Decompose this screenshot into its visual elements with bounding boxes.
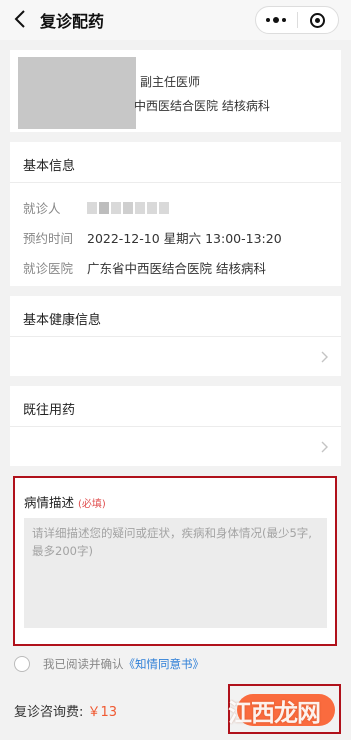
submit-highlight-frame <box>228 684 341 734</box>
required-tag: (必填) <box>78 499 106 510</box>
hospital-row: 就诊医院 广东省中西医结合医院 结核病科 <box>23 258 266 277</box>
agreement-text: 我已阅读并确认 <box>43 657 124 671</box>
close-mini-program-button[interactable] <box>297 7 338 33</box>
agreement-radio[interactable] <box>14 656 30 672</box>
back-arrow-icon[interactable] <box>12 8 30 30</box>
appointment-value: 2022-12-10 星期六 13:00-13:20 <box>87 231 282 246</box>
divider <box>10 336 341 337</box>
hospital-value: 广东省中西医结合医院 结核病科 <box>87 261 266 276</box>
divider <box>10 182 341 183</box>
fee-value: ￥13 <box>87 705 118 720</box>
fee-label: 复诊咨询费: ￥13 <box>14 701 117 720</box>
condition-title: 病情描述 (必填) <box>24 492 106 511</box>
navigation-bar: 复诊配药 <box>0 0 351 40</box>
appointment-label: 预约时间 <box>23 231 74 246</box>
target-close-icon <box>310 12 326 28</box>
doctor-title: 副主任医师 <box>140 75 201 89</box>
agreement-row: 我已阅读并确认 《知情同意书》 <box>14 656 204 672</box>
doctor-photo <box>18 57 136 129</box>
dot-icon <box>273 17 280 23</box>
basic-info-card: 基本信息 就诊人 预约时间 2022-12-10 星期六 13:00-13:20… <box>10 142 341 286</box>
medication-history-card[interactable]: 既往用药 <box>10 386 341 466</box>
appointment-row: 预约时间 2022-12-10 星期六 13:00-13:20 <box>23 228 282 247</box>
patient-name-blurred <box>87 201 169 214</box>
dot-icon <box>282 18 287 22</box>
fee-label-text: 复诊咨询费: <box>14 705 84 720</box>
dot-icon <box>266 18 271 22</box>
medication-title: 既往用药 <box>23 403 76 418</box>
condition-title-text: 病情描述 <box>24 495 75 510</box>
page-title: 复诊配药 <box>40 12 105 31</box>
condition-textarea[interactable] <box>24 518 327 628</box>
divider <box>10 426 341 427</box>
chevron-right-icon <box>321 441 328 453</box>
hospital-label: 就诊医院 <box>23 261 74 276</box>
basic-info-title: 基本信息 <box>23 159 76 174</box>
mini-program-capsule <box>255 6 339 34</box>
doctor-card: 副主任医师 中西医结合医院 结核病科 <box>10 50 341 132</box>
health-info-card[interactable]: 基本健康信息 <box>10 296 341 376</box>
chevron-right-icon <box>321 351 328 363</box>
more-options-button[interactable] <box>256 7 297 33</box>
submit-button[interactable] <box>237 694 335 726</box>
patient-row: 就诊人 <box>23 198 169 217</box>
patient-label: 就诊人 <box>23 201 61 216</box>
doctor-hospital-dept: 中西医结合医院 结核病科 <box>134 99 270 113</box>
health-info-title: 基本健康信息 <box>23 313 102 328</box>
bottom-bar: 复诊咨询费: ￥13 <box>0 680 351 740</box>
condition-description-section: 病情描述 (必填) <box>13 476 337 646</box>
consent-form-link[interactable]: 《知情同意书》 <box>124 656 205 672</box>
